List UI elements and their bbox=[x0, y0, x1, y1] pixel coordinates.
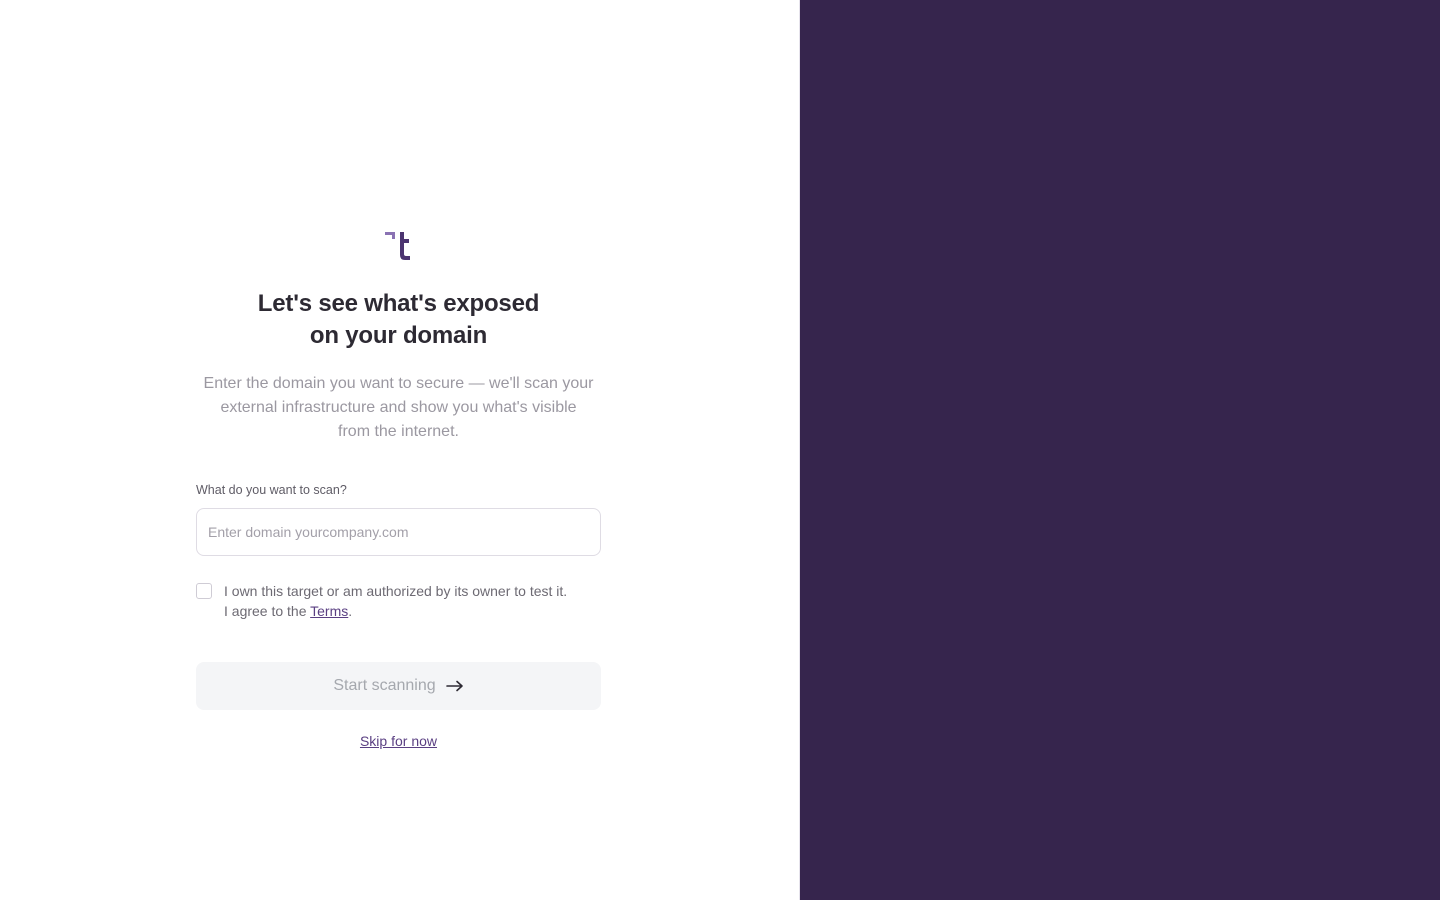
domain-field-label: What do you want to scan? bbox=[196, 483, 347, 497]
page-subtitle-line-1: Enter the domain you want to secure — we… bbox=[203, 375, 594, 392]
start-scanning-button[interactable]: Start scanning bbox=[196, 662, 601, 710]
consent-line-2: I agree to the Terms. bbox=[224, 601, 567, 621]
consent-line-1: I own this target or am authorized by it… bbox=[224, 583, 568, 599]
consent-text: I own this target or am authorized by it… bbox=[224, 581, 567, 621]
terms-link[interactable]: Terms bbox=[310, 603, 348, 619]
skip-for-now-link[interactable]: Skip for now bbox=[360, 732, 437, 750]
page-title-line-2: on your domain bbox=[309, 322, 488, 349]
page-subtitle: Enter the domain you want to secure — we… bbox=[196, 372, 601, 444]
onboarding-page: Let's see what's exposed on your domain … bbox=[0, 0, 1440, 900]
form-panel: Let's see what's exposed on your domain … bbox=[0, 0, 800, 900]
page-subtitle-line-2: external infrastructure and show you wha… bbox=[220, 399, 577, 416]
page-subtitle-line-3: from the internet. bbox=[338, 423, 459, 440]
start-scanning-label: Start scanning bbox=[333, 677, 436, 694]
consent-line-2-prefix: I agree to the bbox=[224, 603, 311, 619]
page-title: Let's see what's exposed on your domain bbox=[196, 288, 601, 352]
consent-row: I own this target or am authorized by it… bbox=[196, 581, 601, 621]
domain-input[interactable] bbox=[196, 508, 601, 556]
brand-side-panel bbox=[800, 0, 1440, 900]
authorization-checkbox[interactable] bbox=[196, 583, 212, 599]
arrow-right-icon bbox=[445, 680, 463, 692]
consent-line-2-suffix: . bbox=[348, 603, 353, 619]
page-title-line-1: Let's see what's exposed bbox=[257, 290, 540, 317]
brand-logo-icon bbox=[384, 232, 410, 260]
domain-scan-form: Let's see what's exposed on your domain … bbox=[196, 230, 601, 750]
